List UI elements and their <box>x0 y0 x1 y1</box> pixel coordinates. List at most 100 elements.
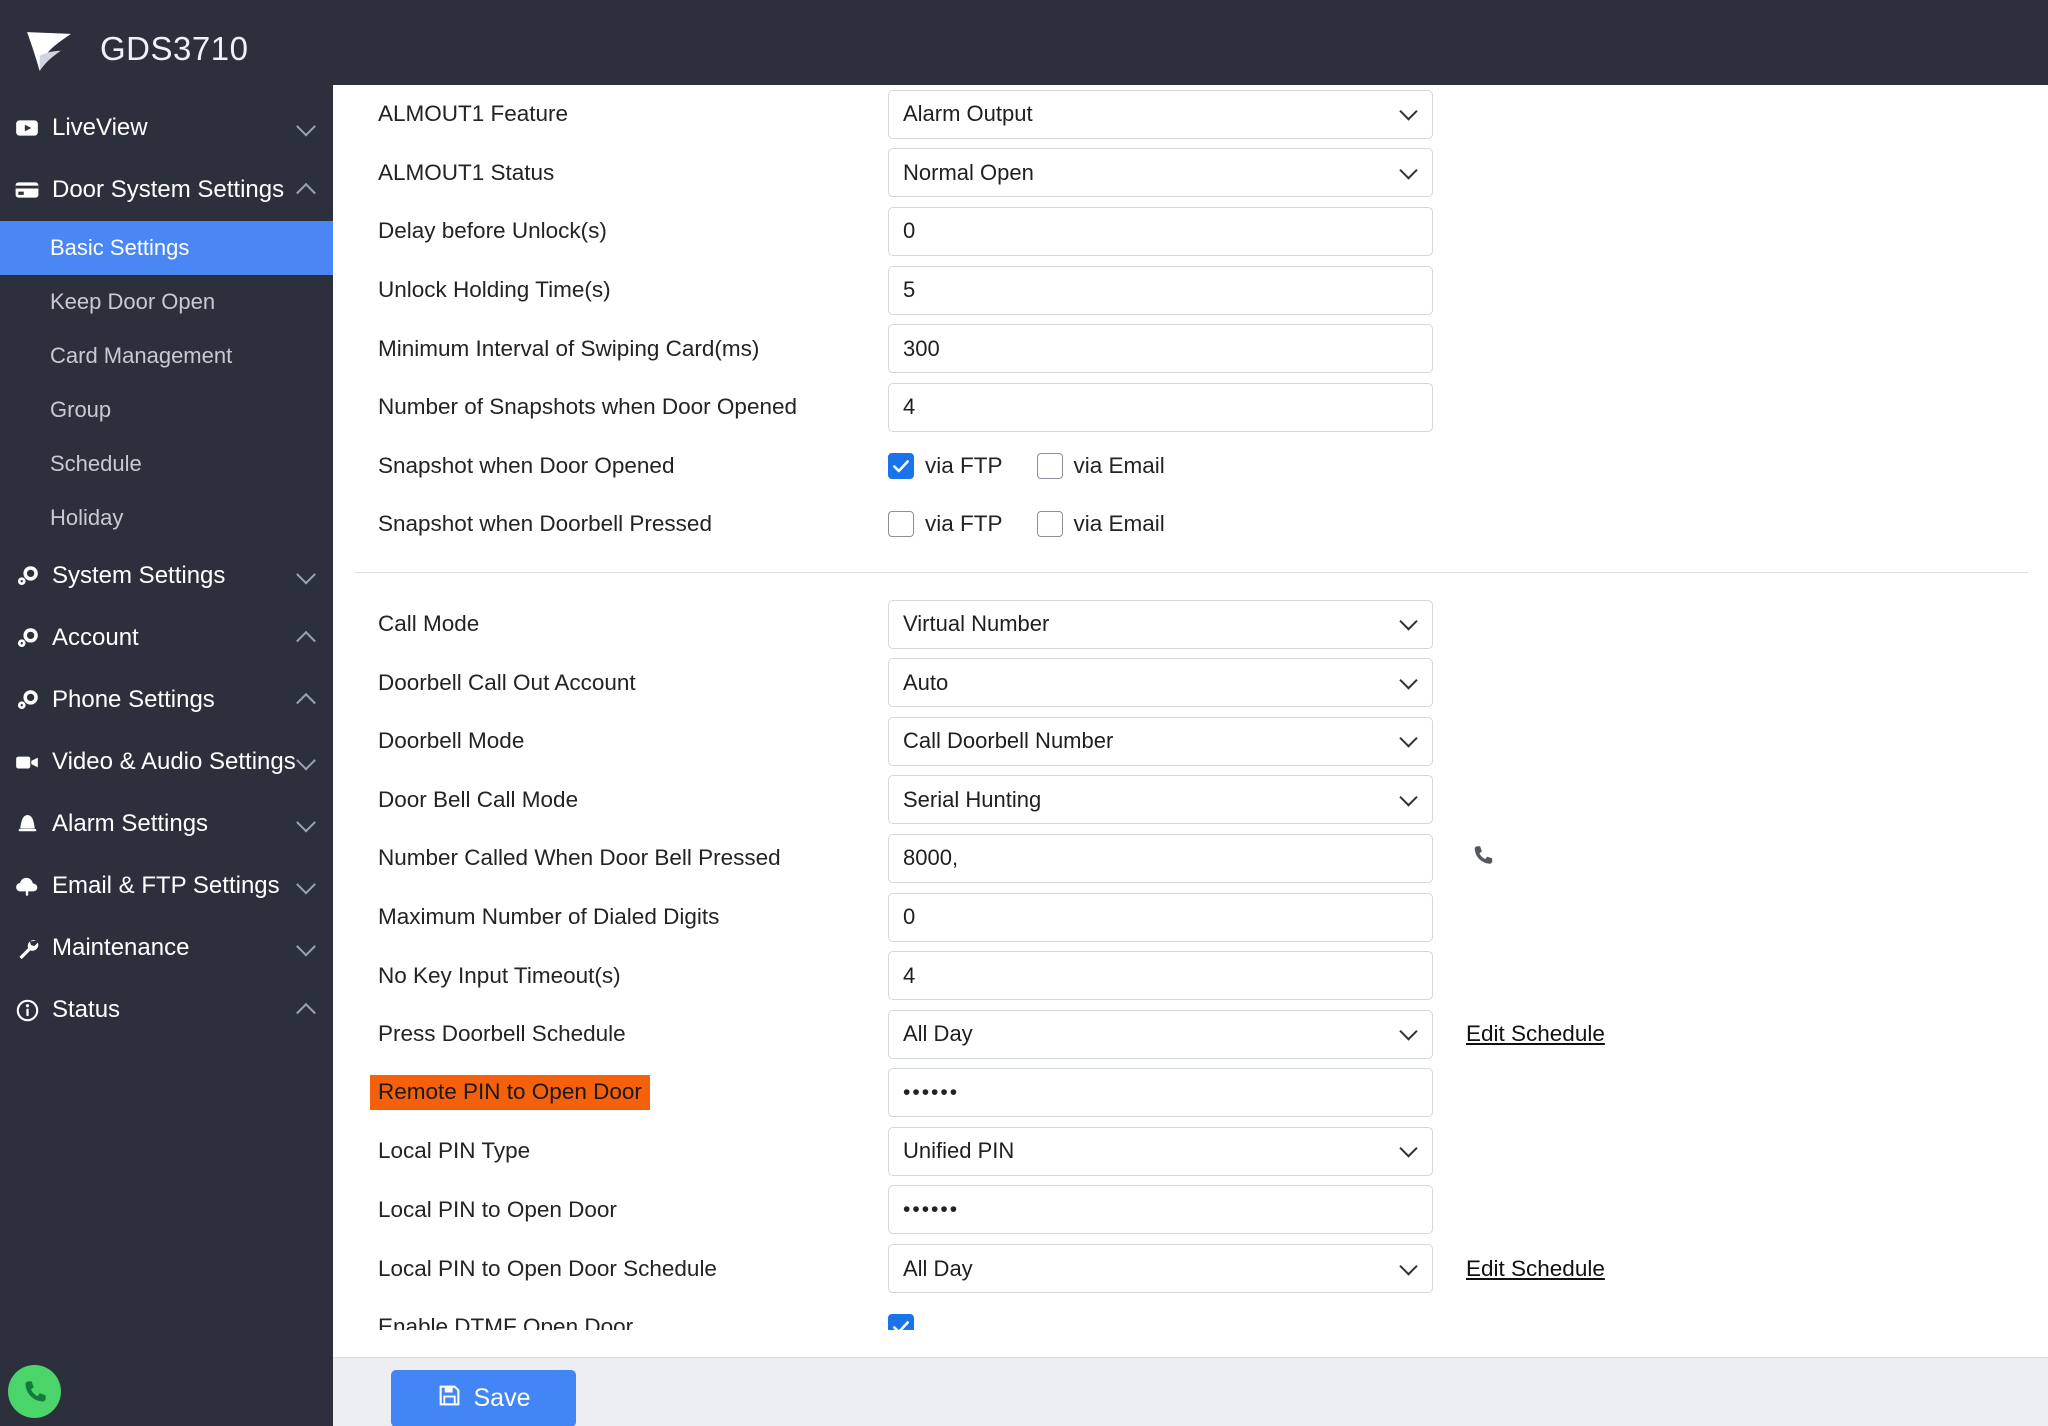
sidebar-item-account[interactable]: Account <box>0 607 333 669</box>
wrench-icon <box>12 933 42 963</box>
sidebar-item-email-ftp-settings[interactable]: Email & FTP Settings <box>0 855 333 917</box>
sidebar-item-system-settings[interactable]: System Settings <box>0 545 333 607</box>
field-label: Maximum Number of Dialed Digits <box>378 904 720 930</box>
field-label: Snapshot when Door Opened <box>378 452 675 478</box>
sidebar-sub-label: Basic Settings <box>50 235 190 260</box>
door-bell-call-mode-wrap: Serial Hunting <box>888 775 1433 825</box>
gear-icon <box>12 623 42 653</box>
sidebar-item-card-management[interactable]: Card Management <box>0 329 333 383</box>
sidebar-label: LiveView <box>52 114 148 141</box>
form-section-door: ALMOUT1 Feature Alarm Output ALMOUT1 Sta… <box>333 85 2048 554</box>
checkbox-label: via FTP <box>925 452 1003 478</box>
sidebar-item-alarm-settings[interactable]: Alarm Settings <box>0 793 333 855</box>
local-pin-input[interactable]: •••••• <box>888 1185 1433 1235</box>
checkbox-icon[interactable] <box>888 511 914 538</box>
doorbell-mode-select[interactable]: Call Doorbell Number <box>888 716 1433 766</box>
sidebar-item-phone-settings[interactable]: Phone Settings <box>0 669 333 731</box>
app-header: GDS3710 <box>0 0 2048 97</box>
chevron-up-icon <box>296 182 316 203</box>
save-button-label: Save <box>473 1384 531 1412</box>
sidebar-item-maintenance[interactable]: Maintenance <box>0 917 333 979</box>
local-pin-schedule-select[interactable]: All Day <box>888 1244 1433 1294</box>
phone-icon[interactable] <box>1470 843 1496 874</box>
sidebar-label: Alarm Settings <box>52 810 209 837</box>
sidebar-item-liveview[interactable]: LiveView <box>0 97 333 159</box>
sidebar-item-schedule[interactable]: Schedule <box>0 437 333 491</box>
field-label: Doorbell Mode <box>378 728 525 754</box>
maximum-dialed-digits-wrap: 0 <box>888 892 1433 942</box>
field-label: Delay before Unlock(s) <box>378 218 607 244</box>
unlock-holding-time-input[interactable]: 5 <box>888 265 1433 315</box>
sidebar-item-holiday[interactable]: Holiday <box>0 491 333 545</box>
field-label: Local PIN Type <box>378 1138 531 1164</box>
row-almout1-feature: ALMOUT1 Feature Alarm Output <box>333 85 2048 144</box>
row-doorbell-call-out-account: Doorbell Call Out Account Auto <box>333 653 2048 712</box>
sidebar-label: Status <box>52 996 121 1023</box>
snapshot-door-opened-email[interactable]: via Email <box>1036 452 1165 479</box>
edit-schedule-link-doorbell[interactable]: Edit Schedule <box>1466 1021 1605 1047</box>
almout1-status-select-wrap: Normal Open <box>888 148 1433 198</box>
field-label: Local PIN to Open Door Schedule <box>378 1255 717 1281</box>
almout1-feature-select[interactable]: Alarm Output <box>888 89 1433 139</box>
phone-call-icon[interactable] <box>8 1365 61 1418</box>
row-delay-before-unlock: Delay before Unlock(s) 0 <box>333 202 2048 261</box>
sidebar-label: Maintenance <box>52 934 190 961</box>
field-label: Doorbell Call Out Account <box>378 669 636 695</box>
sidebar-sub-label: Group <box>50 397 112 422</box>
number-called-wrap: 8000, <box>888 833 1433 883</box>
maximum-dialed-digits-input[interactable]: 0 <box>888 892 1433 942</box>
field-label: Call Mode <box>378 611 480 637</box>
local-pin-type-select[interactable]: Unified PIN <box>888 1126 1433 1176</box>
sidebar-item-group[interactable]: Group <box>0 383 333 437</box>
checkbox-icon[interactable] <box>1036 511 1063 538</box>
field-label: Number Called When Door Bell Pressed <box>378 845 781 871</box>
doorbell-call-out-account-select[interactable]: Auto <box>888 658 1433 708</box>
row-unlock-holding-time: Unlock Holding Time(s) 5 <box>333 261 2048 320</box>
snapshot-doorbell-email[interactable]: via Email <box>1036 511 1165 538</box>
press-doorbell-schedule-select[interactable]: All Day <box>888 1009 1433 1059</box>
row-partially-cut-off <box>333 1330 2048 1357</box>
sidebar-item-video-audio-settings[interactable]: Video & Audio Settings <box>0 731 333 793</box>
row-door-bell-call-mode: Door Bell Call Mode Serial Hunting <box>333 771 2048 830</box>
chevron-down-icon <box>296 750 316 771</box>
call-mode-select[interactable]: Virtual Number <box>888 599 1433 649</box>
field-label: Unlock Holding Time(s) <box>378 277 611 303</box>
local-pin-schedule-wrap: All Day <box>888 1244 1433 1294</box>
row-remote-pin-to-open-door: Remote PIN to Open Door •••••• <box>333 1064 2048 1123</box>
number-of-snapshots-input[interactable]: 4 <box>888 382 1433 432</box>
chevron-up-icon <box>296 630 316 651</box>
field-label: Local PIN to Open Door <box>378 1196 617 1222</box>
minimum-interval-input[interactable]: 300 <box>888 324 1433 374</box>
chevron-up-icon <box>296 1002 316 1023</box>
checkbox-icon[interactable] <box>888 452 914 479</box>
sidebar-item-door-system-settings[interactable]: Door System Settings <box>0 159 333 221</box>
sidebar-label: System Settings <box>52 562 226 589</box>
remote-pin-input[interactable]: •••••• <box>888 1068 1433 1118</box>
save-button[interactable]: Save <box>391 1370 576 1426</box>
row-call-mode: Call Mode Virtual Number <box>333 595 2048 654</box>
sidebar-item-status[interactable]: Status <box>0 979 333 1041</box>
video-icon <box>12 113 42 143</box>
settings-form: ALMOUT1 Feature Alarm Output ALMOUT1 Sta… <box>333 85 2048 1357</box>
section-divider <box>355 571 2028 573</box>
sidebar-label: Video & Audio Settings <box>52 748 296 775</box>
no-key-input-timeout-input[interactable]: 4 <box>888 951 1433 1001</box>
app-root: GDS3710 LiveView Door System Settings Ba… <box>0 0 2048 1426</box>
door-bell-call-mode-select[interactable]: Serial Hunting <box>888 775 1433 825</box>
field-label: Snapshot when Doorbell Pressed <box>378 511 712 537</box>
number-called-input[interactable]: 8000, <box>888 833 1433 883</box>
sidebar-label: Phone Settings <box>52 686 215 713</box>
checkbox-label: via Email <box>1073 511 1165 537</box>
snapshot-door-opened-ftp[interactable]: via FTP <box>888 452 1003 479</box>
checkbox-icon[interactable] <box>1036 452 1063 479</box>
edit-schedule-link-local-pin[interactable]: Edit Schedule <box>1466 1256 1605 1282</box>
row-number-of-snapshots: Number of Snapshots when Door Opened 4 <box>333 378 2048 437</box>
snapshot-doorbell-ftp[interactable]: via FTP <box>888 511 1003 538</box>
sidebar-label: Account <box>52 624 139 651</box>
sidebar-item-basic-settings[interactable]: Basic Settings <box>0 221 333 275</box>
almout1-status-select[interactable]: Normal Open <box>888 148 1433 198</box>
local-pin-type-wrap: Unified PIN <box>888 1126 1433 1176</box>
delay-before-unlock-input[interactable]: 0 <box>888 206 1433 256</box>
gear-icon <box>12 561 42 591</box>
sidebar-item-keep-door-open[interactable]: Keep Door Open <box>0 275 333 329</box>
